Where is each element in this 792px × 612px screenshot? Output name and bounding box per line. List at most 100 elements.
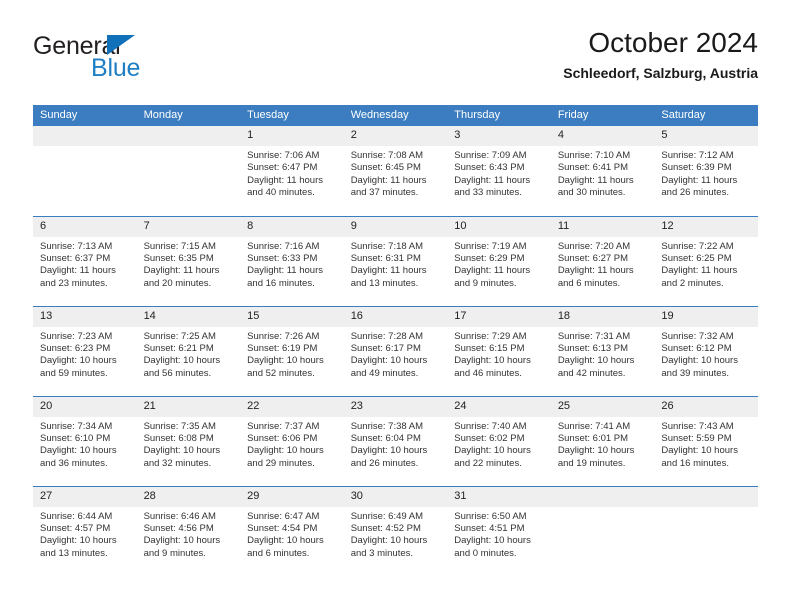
day-number: 10 bbox=[447, 216, 551, 237]
day-number: 1 bbox=[240, 126, 344, 146]
daylight-text-line1: Daylight: 10 hours bbox=[40, 445, 117, 457]
calendar-day-cell[interactable]: 21 Sunrise: 7:35 AM Sunset: 6:08 PM Dayligh… bbox=[136, 395, 241, 486]
calendar-day-cell[interactable]: 10 Sunrise: 7:19 AM Sunset: 6:29 PM Dayligh… bbox=[447, 215, 551, 306]
calendar-day-cell[interactable]: 18 Sunrise: 7:31 AM Sunset: 6:13 PM Dayligh… bbox=[550, 305, 655, 396]
daylight-text-line1: Daylight: 10 hours bbox=[247, 445, 324, 457]
sunset-text: Sunset: 6:33 PM bbox=[247, 252, 318, 264]
calendar-day-cell[interactable]: 13 Sunrise: 7:23 AM Sunset: 6:23 PM Dayligh… bbox=[33, 305, 137, 396]
daylight-text-line2: and 16 minutes. bbox=[661, 457, 729, 469]
daylight-text-line1: Daylight: 10 hours bbox=[247, 355, 324, 367]
sunrise-text: Sunrise: 7:22 AM bbox=[661, 240, 734, 252]
calendar-day-cell[interactable]: 12 Sunrise: 7:22 AM Sunset: 6:25 PM Dayligh… bbox=[654, 215, 758, 306]
calendar-day-cell[interactable]: 11 Sunrise: 7:20 AM Sunset: 6:27 PM Dayligh… bbox=[550, 215, 655, 306]
sunrise-text: Sunrise: 7:20 AM bbox=[557, 240, 631, 252]
daylight-text-line1: Daylight: 11 hours bbox=[350, 174, 427, 186]
calendar-week-row: 6 Sunrise: 7:13 AM Sunset: 6:37 PM Daylight… bbox=[33, 215, 758, 306]
calendar-day-cell[interactable]: 14 Sunrise: 7:25 AM Sunset: 6:21 PM Dayligh… bbox=[136, 305, 241, 396]
calendar-day-cell[interactable]: 7 Sunrise: 7:15 AM Sunset: 6:35 PM Daylight… bbox=[136, 215, 241, 306]
daylight-text-line1: Daylight: 11 hours bbox=[454, 174, 531, 186]
calendar-day-cell[interactable]: 28 Sunrise: 6:46 AM Sunset: 4:56 PM Dayligh… bbox=[136, 485, 241, 576]
sunset-text: Sunset: 4:57 PM bbox=[40, 522, 111, 534]
sunset-text: Sunset: 6:41 PM bbox=[557, 162, 629, 174]
sunset-text: Sunset: 6:31 PM bbox=[350, 252, 421, 264]
sunset-text: Sunset: 6:01 PM bbox=[557, 432, 629, 444]
sunset-text: Sunset: 6:10 PM bbox=[40, 432, 111, 444]
sunset-text: Sunset: 4:56 PM bbox=[143, 522, 214, 534]
day-number: 13 bbox=[33, 306, 137, 327]
daylight-text-line1: Daylight: 10 hours bbox=[143, 355, 221, 367]
calendar-day-cell[interactable]: 31 Sunrise: 6:50 AM Sunset: 4:51 PM Dayligh… bbox=[447, 485, 551, 576]
day-number: 27 bbox=[33, 486, 137, 507]
calendar-day-cell[interactable]: 30 Sunrise: 6:49 AM Sunset: 4:52 PM Dayligh… bbox=[343, 485, 448, 576]
calendar-day-cell[interactable]: 25 Sunrise: 7:41 AM Sunset: 6:01 PM Dayligh… bbox=[550, 395, 655, 486]
calendar-day-cell[interactable]: 22 Sunrise: 7:37 AM Sunset: 6:06 PM Dayligh… bbox=[240, 395, 344, 486]
sunrise-text: Sunrise: 6:50 AM bbox=[454, 510, 527, 522]
calendar-day-cell[interactable]: 24 Sunrise: 7:40 AM Sunset: 6:02 PM Dayligh… bbox=[447, 395, 551, 486]
day-number: 18 bbox=[550, 306, 655, 327]
calendar-day-cell[interactable]: 8 Sunrise: 7:16 AM Sunset: 6:33 PM Daylight… bbox=[240, 215, 344, 306]
calendar-day-cell[interactable]: 4 Sunrise: 7:10 AM Sunset: 6:41 PM Daylight… bbox=[550, 126, 655, 216]
calendar-day-cell[interactable]: 6 Sunrise: 7:13 AM Sunset: 6:37 PM Daylight… bbox=[33, 215, 137, 306]
calendar-day-cell[interactable]: 2 Sunrise: 7:08 AM Sunset: 6:45 PM Daylight… bbox=[343, 126, 448, 216]
day-details: Sunrise: 6:44 AM Sunset: 4:57 PM Daylight:… bbox=[33, 507, 137, 561]
day-number: 28 bbox=[136, 486, 241, 507]
calendar-week-row: 20 Sunrise: 7:34 AM Sunset: 6:10 PM Dayligh… bbox=[33, 395, 758, 486]
day-number: 30 bbox=[343, 486, 448, 507]
daylight-text-line2: and 40 minutes. bbox=[247, 187, 315, 199]
sunrise-text: Sunrise: 7:12 AM bbox=[661, 150, 734, 161]
calendar-day-cell[interactable]: 26 Sunrise: 7:43 AM Sunset: 5:59 PM Dayligh… bbox=[654, 395, 758, 486]
day-number: 8 bbox=[240, 216, 344, 237]
daylight-text-line1: Daylight: 11 hours bbox=[350, 265, 427, 277]
day-details: Sunrise: 7:41 AM Sunset: 6:01 PM Daylight:… bbox=[551, 417, 655, 471]
calendar-day-cell[interactable]: 9 Sunrise: 7:18 AM Sunset: 6:31 PM Daylight… bbox=[343, 215, 448, 306]
calendar-day-cell[interactable]: 23 Sunrise: 7:38 AM Sunset: 6:04 PM Dayligh… bbox=[343, 395, 448, 486]
daylight-text-line1: Daylight: 11 hours bbox=[247, 174, 323, 186]
sunrise-text: Sunrise: 7:19 AM bbox=[454, 240, 527, 252]
daylight-text-line1: Daylight: 11 hours bbox=[247, 265, 323, 277]
daylight-text-line1: Daylight: 11 hours bbox=[40, 265, 116, 277]
calendar-day-cell[interactable]: 16 Sunrise: 7:28 AM Sunset: 6:17 PM Dayligh… bbox=[343, 305, 448, 396]
sunrise-text: Sunrise: 7:10 AM bbox=[557, 150, 631, 161]
sunset-text: Sunset: 6:35 PM bbox=[143, 252, 214, 264]
calendar-day-cell[interactable]: 15 Sunrise: 7:26 AM Sunset: 6:19 PM Dayligh… bbox=[240, 305, 344, 396]
general-blue-logo[interactable]: General Blue bbox=[33, 32, 253, 84]
daylight-text-line2: and 26 minutes. bbox=[661, 187, 729, 199]
calendar-day-cell[interactable]: 1 Sunrise: 7:06 AM Sunset: 6:47 PM Daylight… bbox=[240, 126, 344, 216]
calendar-day-cell[interactable]: 5 Sunrise: 7:12 AM Sunset: 6:39 PM Daylight… bbox=[654, 126, 758, 216]
day-details: Sunrise: 7:20 AM Sunset: 6:27 PM Daylight:… bbox=[551, 237, 655, 291]
calendar-week-row: 13 Sunrise: 7:23 AM Sunset: 6:23 PM Dayligh… bbox=[33, 305, 758, 396]
day-details: Sunrise: 7:22 AM Sunset: 6:25 PM Daylight:… bbox=[654, 237, 758, 291]
sunset-text: Sunset: 6:08 PM bbox=[143, 432, 214, 444]
day-number bbox=[654, 486, 758, 507]
daylight-text-line2: and 20 minutes. bbox=[143, 277, 212, 289]
sunrise-text: Sunrise: 7:18 AM bbox=[350, 240, 424, 252]
day-number: 19 bbox=[654, 306, 758, 327]
day-number: 14 bbox=[136, 306, 241, 327]
calendar-day-cell[interactable]: 19 Sunrise: 7:32 AM Sunset: 6:12 PM Dayligh… bbox=[654, 305, 758, 396]
day-number bbox=[33, 126, 137, 146]
sunset-text: Sunset: 6:13 PM bbox=[557, 342, 629, 354]
day-details: Sunrise: 6:46 AM Sunset: 4:56 PM Daylight:… bbox=[137, 507, 241, 561]
daylight-text-line2: and 19 minutes. bbox=[557, 457, 626, 469]
day-details: Sunrise: 7:06 AM Sunset: 6:47 PM Daylight:… bbox=[240, 146, 344, 200]
sunrise-text: Sunrise: 7:29 AM bbox=[454, 330, 527, 342]
calendar-day-cell[interactable]: 27 Sunrise: 6:44 AM Sunset: 4:57 PM Dayligh… bbox=[33, 485, 137, 576]
daylight-text-line2: and 0 minutes. bbox=[454, 547, 517, 559]
sunrise-text: Sunrise: 7:32 AM bbox=[661, 330, 734, 342]
logo-text-blue: Blue bbox=[91, 54, 141, 82]
calendar-header-row: Sunday Monday Tuesday Wednesday Thursday… bbox=[33, 105, 758, 126]
calendar-day-cell[interactable]: 29 Sunrise: 6:47 AM Sunset: 4:54 PM Dayligh… bbox=[240, 485, 344, 576]
day-details: Sunrise: 6:50 AM Sunset: 4:51 PM Daylight:… bbox=[447, 507, 551, 561]
calendar-day-cell[interactable]: 20 Sunrise: 7:34 AM Sunset: 6:10 PM Dayligh… bbox=[33, 395, 137, 486]
day-details: Sunrise: 7:08 AM Sunset: 6:45 PM Daylight:… bbox=[344, 146, 448, 200]
calendar-day-cell[interactable]: 17 Sunrise: 7:29 AM Sunset: 6:15 PM Dayligh… bbox=[447, 305, 551, 396]
calendar-day-cell[interactable]: 3 Sunrise: 7:09 AM Sunset: 6:43 PM Daylight… bbox=[447, 126, 551, 216]
day-number bbox=[550, 486, 655, 507]
sunrise-text: Sunrise: 7:13 AM bbox=[40, 240, 113, 252]
daylight-text-line2: and 22 minutes. bbox=[454, 457, 522, 469]
sunrise-text: Sunrise: 7:37 AM bbox=[247, 420, 320, 432]
day-number bbox=[136, 126, 241, 146]
sunset-text: Sunset: 6:37 PM bbox=[40, 252, 111, 264]
day-details: Sunrise: 7:19 AM Sunset: 6:29 PM Daylight:… bbox=[447, 237, 551, 291]
page-header: General Blue October 2024 Schleedorf, Sa… bbox=[33, 26, 758, 88]
